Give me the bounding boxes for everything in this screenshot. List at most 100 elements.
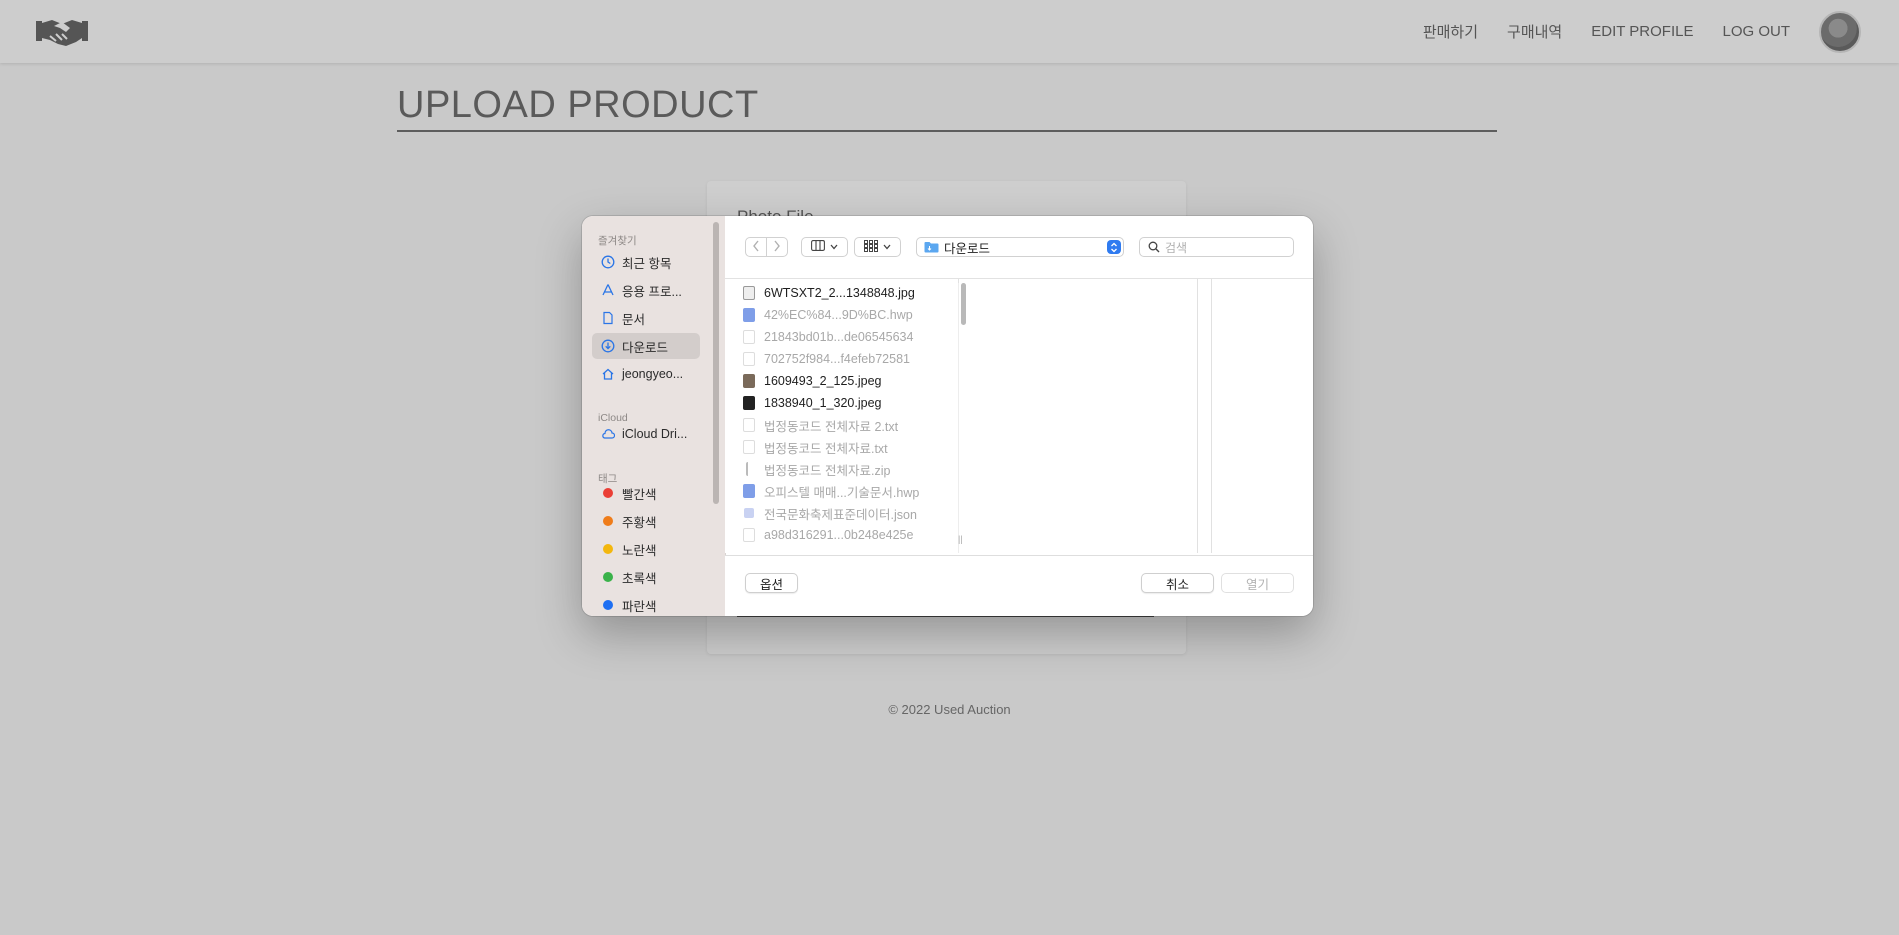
sidebar-item-downloads[interactable]: 다운로드 bbox=[592, 333, 700, 359]
folder-icon bbox=[924, 241, 939, 253]
sidebar-tag-green[interactable]: 초록색 bbox=[592, 564, 700, 590]
footer: © 2022 Used Auction bbox=[888, 702, 1011, 717]
file-name: 6WTSXT2_2...1348848.jpg bbox=[764, 286, 915, 300]
back-button[interactable] bbox=[745, 237, 767, 257]
sidebar-tag-blue[interactable]: 파란색 bbox=[592, 592, 700, 616]
handshake-logo-icon[interactable] bbox=[36, 14, 88, 48]
preview-column bbox=[968, 279, 1198, 553]
sidebar-item-label: 파란색 bbox=[622, 599, 657, 614]
chevron-down-icon bbox=[830, 241, 838, 253]
file-row: a98d316291...0b248e425e bbox=[743, 525, 913, 545]
sidebar-item-label: 주황색 bbox=[622, 515, 657, 530]
image-file-icon bbox=[743, 396, 755, 410]
sidebar-item-label: jeongyeo... bbox=[622, 367, 684, 381]
file-list-scrollbar[interactable] bbox=[958, 283, 968, 553]
file-name: 법정동코드 전체자료.txt bbox=[764, 441, 888, 456]
sidebar-item-label: 최근 항목 bbox=[622, 256, 672, 271]
search-icon bbox=[1148, 241, 1160, 253]
chevron-left-icon bbox=[752, 240, 760, 255]
cloud-icon bbox=[600, 426, 616, 442]
chevron-right-icon bbox=[773, 240, 781, 255]
column-view-button[interactable] bbox=[801, 237, 848, 257]
file-row[interactable]: 1838940_1_320.jpeg bbox=[743, 393, 881, 413]
download-icon bbox=[600, 338, 616, 354]
open-button: 열기 bbox=[1221, 573, 1294, 593]
column-resize-handle-icon[interactable]: || bbox=[958, 534, 963, 544]
file-name: 법정동코드 전체자료.zip bbox=[764, 463, 891, 478]
file-column: 6WTSXT2_2...1348848.jpg 42%EC%84...9D%BC… bbox=[725, 279, 959, 553]
sidebar-item-icloud-drive[interactable]: iCloud Dri... bbox=[592, 421, 700, 447]
page-title: UPLOAD PRODUCT bbox=[397, 80, 1497, 132]
document-icon bbox=[600, 310, 616, 326]
sidebar-item-label: iCloud Dri... bbox=[622, 427, 688, 441]
navbar: 판매하기 구매내역 EDIT PROFILE LOG OUT bbox=[0, 0, 1899, 63]
generic-file-icon bbox=[743, 352, 755, 366]
nav-purchases-link[interactable]: 구매내역 bbox=[1507, 21, 1562, 42]
sidebar-item-documents[interactable]: 문서 bbox=[592, 305, 700, 331]
nav-links: 판매하기 구매내역 EDIT PROFILE LOG OUT bbox=[1423, 0, 1861, 63]
file-row: 전국문화축제표준데이터.json bbox=[743, 503, 917, 523]
file-row[interactable]: 1609493_2_125.jpeg bbox=[743, 371, 881, 391]
zip-file-icon bbox=[746, 462, 752, 476]
sidebar-scrollbar[interactable] bbox=[713, 222, 719, 504]
location-popup[interactable]: 다운로드 bbox=[916, 237, 1124, 257]
hwp-file-icon bbox=[743, 484, 755, 498]
file-row[interactable]: 6WTSXT2_2...1348848.jpg bbox=[743, 283, 915, 303]
sidebar-item-recents[interactable]: 최근 항목 bbox=[592, 249, 700, 275]
text-file-icon bbox=[743, 418, 755, 432]
nav-edit-profile-link[interactable]: EDIT PROFILE bbox=[1591, 23, 1693, 40]
dialog-sidebar: 즐겨찾기 최근 항목 응용 프로... 문서 다운로드 jeongyeo... … bbox=[582, 216, 726, 616]
clock-icon bbox=[600, 254, 616, 270]
file-name: 1609493_2_125.jpeg bbox=[764, 374, 882, 388]
column-divider bbox=[1211, 279, 1212, 553]
sidebar-item-applications[interactable]: 응용 프로... bbox=[592, 277, 700, 303]
sidebar-tag-red[interactable]: 빨간색 bbox=[592, 480, 700, 506]
file-row: 법정동코드 전체자료 2.txt bbox=[743, 415, 898, 435]
sidebar-item-label: 빨간색 bbox=[622, 487, 657, 502]
hwp-file-icon bbox=[743, 308, 755, 322]
sidebar-tag-yellow[interactable]: 노란색 bbox=[592, 536, 700, 562]
search-field[interactable]: 검색 bbox=[1139, 237, 1294, 257]
cancel-button[interactable]: 취소 bbox=[1141, 573, 1214, 593]
file-browser: 6WTSXT2_2...1348848.jpg 42%EC%84...9D%BC… bbox=[725, 279, 1313, 553]
orange-tag-dot-icon bbox=[603, 516, 613, 526]
sidebar-item-label: 노란색 bbox=[622, 543, 657, 558]
group-view-button[interactable] bbox=[854, 237, 901, 257]
file-name: 42%EC%84...9D%BC.hwp bbox=[764, 308, 913, 322]
green-tag-dot-icon bbox=[603, 572, 613, 582]
file-row: 오피스텔 매매...기술문서.hwp bbox=[743, 481, 919, 501]
sidebar-tag-orange[interactable]: 주황색 bbox=[592, 508, 700, 534]
file-name: a98d316291...0b248e425e bbox=[764, 528, 914, 542]
grid-icon bbox=[864, 239, 878, 255]
file-name: 전국문화축제표준데이터.json bbox=[764, 507, 917, 522]
nav-logout-link[interactable]: LOG OUT bbox=[1722, 23, 1790, 40]
sidebar-item-home[interactable]: jeongyeo... bbox=[592, 361, 700, 387]
yellow-tag-dot-icon bbox=[603, 544, 613, 554]
file-row: 42%EC%84...9D%BC.hwp bbox=[743, 305, 913, 325]
scrollbar-thumb[interactable] bbox=[961, 283, 966, 325]
file-row: 법정동코드 전체자료.txt bbox=[743, 437, 888, 457]
dialog-toolbar: 다운로드 검색 bbox=[725, 216, 1313, 279]
sidebar-item-label: 초록색 bbox=[622, 571, 657, 586]
generic-file-icon bbox=[743, 330, 755, 344]
sidebar-item-label: 응용 프로... bbox=[622, 284, 682, 299]
home-icon bbox=[600, 366, 616, 382]
location-label: 다운로드 bbox=[944, 241, 991, 256]
image-file-icon bbox=[743, 374, 755, 388]
file-row: 법정동코드 전체자료.zip bbox=[743, 459, 890, 479]
avatar[interactable] bbox=[1819, 10, 1861, 53]
sidebar-item-label: 문서 bbox=[622, 312, 646, 327]
file-name: 1838940_1_320.jpeg bbox=[764, 396, 882, 410]
blue-tag-dot-icon bbox=[603, 600, 613, 610]
file-name: 오피스텔 매매...기술문서.hwp bbox=[764, 485, 920, 500]
chevron-down-icon bbox=[883, 241, 891, 253]
json-file-icon bbox=[744, 508, 754, 518]
text-file-icon bbox=[743, 440, 755, 454]
sidebar-item-label: 다운로드 bbox=[622, 340, 669, 355]
forward-button[interactable] bbox=[766, 237, 788, 257]
favorites-heading: 즐겨찾기 bbox=[598, 235, 637, 247]
nav-sell-link[interactable]: 판매하기 bbox=[1423, 21, 1478, 42]
image-file-icon bbox=[743, 286, 755, 300]
options-button[interactable]: 옵션 bbox=[745, 573, 798, 593]
file-name: 702752f984...f4efeb72581 bbox=[764, 352, 910, 366]
